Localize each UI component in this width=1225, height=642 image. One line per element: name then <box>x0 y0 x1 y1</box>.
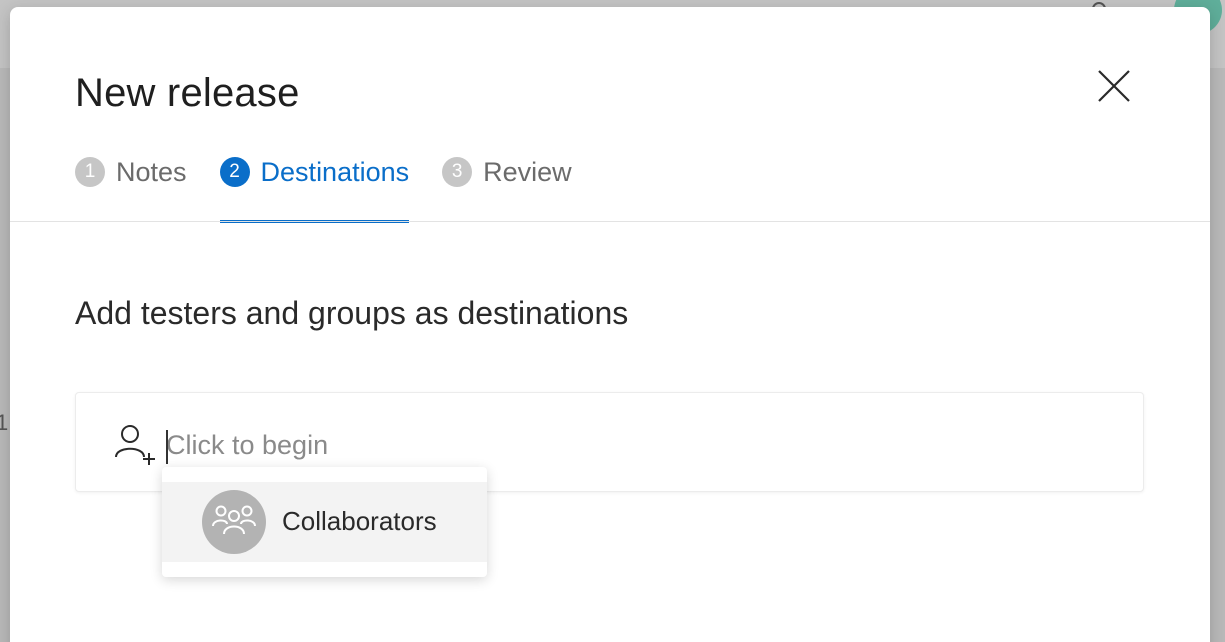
step-number-2: 2 <box>219 157 250 187</box>
tabs-divider <box>10 221 1210 222</box>
close-button[interactable] <box>1093 65 1137 109</box>
step-number-3: 3 <box>442 157 473 187</box>
tab-label-review: Review <box>483 157 572 187</box>
tab-destinations[interactable]: 2 Destinations <box>219 155 410 223</box>
tab-notes[interactable]: 1 Notes <box>75 155 187 223</box>
background-text-fragment: 1 <box>0 410 9 435</box>
group-icon <box>212 505 256 535</box>
option-collaborators[interactable]: Collaborators <box>162 482 487 562</box>
section-heading: Add testers and groups as destinations <box>75 295 629 331</box>
close-icon <box>1098 70 1130 102</box>
dialog-title: New release <box>75 71 300 115</box>
suggestions-dropdown: Collaborators <box>162 467 487 577</box>
text-cursor <box>166 430 168 464</box>
new-release-dialog: New release 1 Notes 2 Destinations 3 Rev… <box>10 7 1210 642</box>
wizard-steps: 1 Notes 2 Destinations 3 Review <box>75 155 605 223</box>
tab-review[interactable]: 3 Review <box>442 155 572 223</box>
add-person-icon <box>115 425 155 465</box>
option-label: Collaborators <box>282 506 437 536</box>
destination-search-input[interactable] <box>166 427 866 463</box>
tab-label-destinations: Destinations <box>260 157 410 187</box>
tab-label-notes: Notes <box>116 157 187 187</box>
group-avatar <box>202 490 266 554</box>
step-number-1: 1 <box>75 157 105 187</box>
